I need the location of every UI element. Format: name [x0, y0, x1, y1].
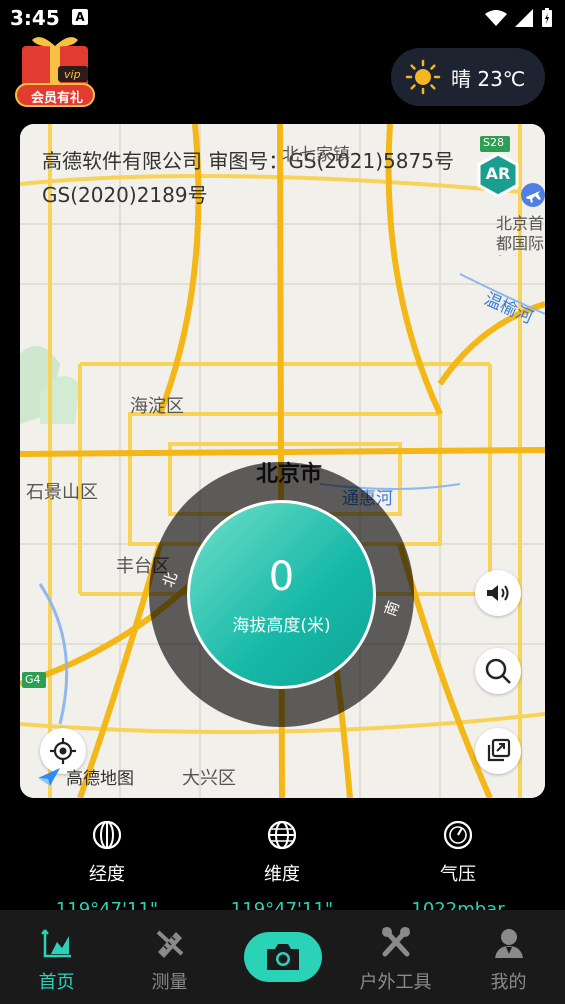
altitude-label: 海拔高度(米) [232, 616, 331, 636]
battery-icon [542, 8, 552, 27]
nav-home-label: 首页 [38, 972, 75, 993]
nav-outdoor-tools[interactable]: 户外工具 [339, 910, 452, 1004]
search-icon [485, 658, 511, 684]
profile-icon [494, 929, 523, 958]
layers-icon [487, 738, 511, 762]
pressure-value: 1022mbar [411, 899, 505, 910]
nav-measure-label: 测量 [151, 972, 188, 993]
location-info-row: 经度 119°47'11" 维度 119°47'11" 气压 1022mbar [0, 818, 565, 910]
amap-logo: 高德地图 [36, 764, 134, 789]
nav-measure[interactable]: 测量 [113, 910, 226, 1004]
info-longitude: 经度 119°47'11" [37, 818, 177, 910]
map-search-button[interactable] [475, 648, 521, 694]
nav-profile-label: 我的 [490, 972, 527, 993]
notification-icon: A [72, 9, 88, 25]
altitude-value: 0 [268, 554, 295, 600]
signal-icon [515, 9, 533, 27]
pressure-gauge-icon [443, 820, 473, 850]
nav-home[interactable]: 首页 [0, 910, 113, 1004]
pressure-label: 气压 [440, 864, 476, 885]
map-label-town: 北七家镇 [282, 145, 350, 165]
status-icons [485, 8, 553, 28]
latitude-icon [267, 820, 297, 850]
airport-plane-icon [521, 183, 545, 207]
wifi-icon [485, 10, 507, 26]
latitude-value: 119°47'11" [230, 899, 334, 910]
altitude-display: 0 海拔高度(米) [187, 500, 376, 689]
speaker-icon [487, 585, 509, 601]
app-root: 3:45 A vip 会员有礼 晴 23℃ 高德软件有限公司 审图号：GS(20… [0, 0, 565, 1004]
ar-label: AR [485, 164, 511, 183]
bottom-nav: 首页 测量 户外工具 我的 [0, 910, 565, 1004]
longitude-label: 经度 [89, 864, 125, 885]
weather-text: 晴 23℃ [451, 66, 526, 91]
map-view[interactable]: 高德软件有限公司 审图号：GS(2021)5875号 GS(2020)2189号… [20, 124, 545, 798]
longitude-icon [92, 820, 122, 850]
tools-icon [381, 927, 410, 957]
info-latitude: 维度 119°47'11" [212, 818, 352, 910]
vip-gift-button[interactable]: vip 会员有礼 [12, 32, 98, 108]
locate-crosshair-icon [50, 738, 76, 764]
amap-logo-icon [38, 767, 60, 786]
info-pressure: 气压 1022mbar [388, 818, 528, 910]
highway-s28-label: S28 [483, 136, 504, 149]
measure-icon [156, 930, 183, 958]
map-label-airport: 北京首都国际机场 [496, 214, 544, 256]
layers-button[interactable] [475, 728, 521, 774]
vip-label: 会员有礼 [30, 91, 83, 106]
latitude-label: 维度 [264, 864, 300, 885]
sun-icon [405, 59, 441, 95]
amap-logo-text: 高德地图 [66, 769, 134, 789]
sound-button[interactable] [475, 570, 521, 616]
ar-button[interactable]: AR [475, 152, 521, 198]
nav-profile[interactable]: 我的 [452, 910, 565, 1004]
weather-widget[interactable]: 晴 23℃ [391, 48, 545, 106]
longitude-value: 119°47'11" [55, 899, 159, 910]
highway-g4-label: G4 [25, 673, 41, 686]
map-label-daxing: 大兴区 [182, 768, 236, 789]
home-chart-icon [40, 929, 71, 958]
status-time: 3:45 [10, 6, 60, 30]
nav-outdoor-tools-label: 户外工具 [359, 972, 432, 993]
camera-button[interactable] [244, 932, 322, 982]
map-label-haidian: 海淀区 [130, 396, 184, 417]
map-label-shijingshan: 石景山区 [26, 482, 98, 503]
vip-tag: vip [64, 68, 81, 81]
camera-icon [267, 944, 299, 970]
